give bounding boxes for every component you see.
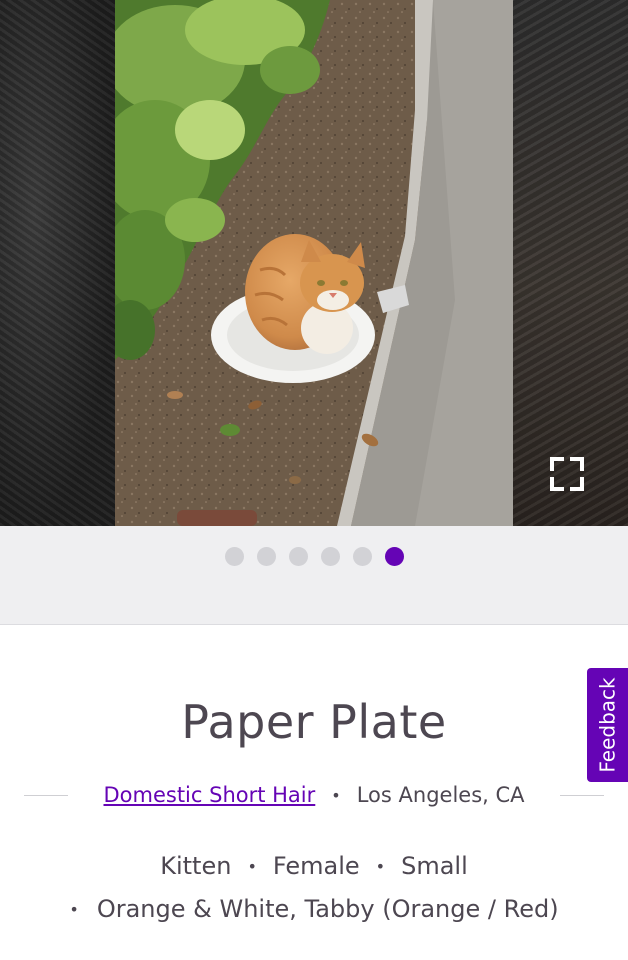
pagination-dot[interactable]	[288, 547, 308, 566]
separator-dot: •	[375, 856, 386, 876]
pet-name: Paper Plate	[181, 694, 447, 749]
separator-dot: •	[247, 856, 257, 876]
pagination-dot[interactable]	[352, 547, 372, 566]
photo-carousel[interactable]	[0, 0, 628, 526]
carousel-blurred-background-right	[513, 0, 628, 526]
separator-dot: •	[69, 899, 79, 919]
color-text: Orange & White, Tabby (Orange / Red)	[96, 895, 559, 923]
location-text: Los Angeles, CA	[356, 783, 525, 807]
pagination-dot-active[interactable]	[384, 547, 404, 566]
breed-location-row: Domestic Short Hair • Los Angeles, CA	[24, 780, 604, 810]
pet-photo-illustration	[115, 0, 513, 526]
pet-color-row: • Orange & White, Tabby (Orange / Red)	[0, 895, 628, 923]
carousel-blurred-background-left	[0, 0, 115, 526]
pagination-dots	[0, 547, 628, 566]
carousel-pagination	[0, 526, 628, 625]
breed-link[interactable]: Domestic Short Hair	[103, 783, 315, 807]
feedback-button[interactable]: Feedback	[587, 668, 628, 782]
separator-dot: •	[331, 785, 341, 805]
size-text: Small	[401, 852, 468, 880]
gender-text: Female	[272, 852, 360, 880]
pagination-dot[interactable]	[224, 547, 244, 566]
feedback-label: Feedback	[595, 677, 620, 773]
expand-icon	[550, 457, 584, 491]
divider-right	[560, 794, 604, 796]
pet-attributes-row: Kitten • Female • Small	[0, 852, 628, 880]
pagination-dot[interactable]	[256, 547, 276, 566]
age-text: Kitten	[160, 852, 232, 880]
fullscreen-expand-button[interactable]	[548, 455, 586, 493]
pet-photo[interactable]	[115, 0, 513, 526]
pagination-dot[interactable]	[320, 547, 340, 566]
divider-left	[24, 794, 68, 796]
